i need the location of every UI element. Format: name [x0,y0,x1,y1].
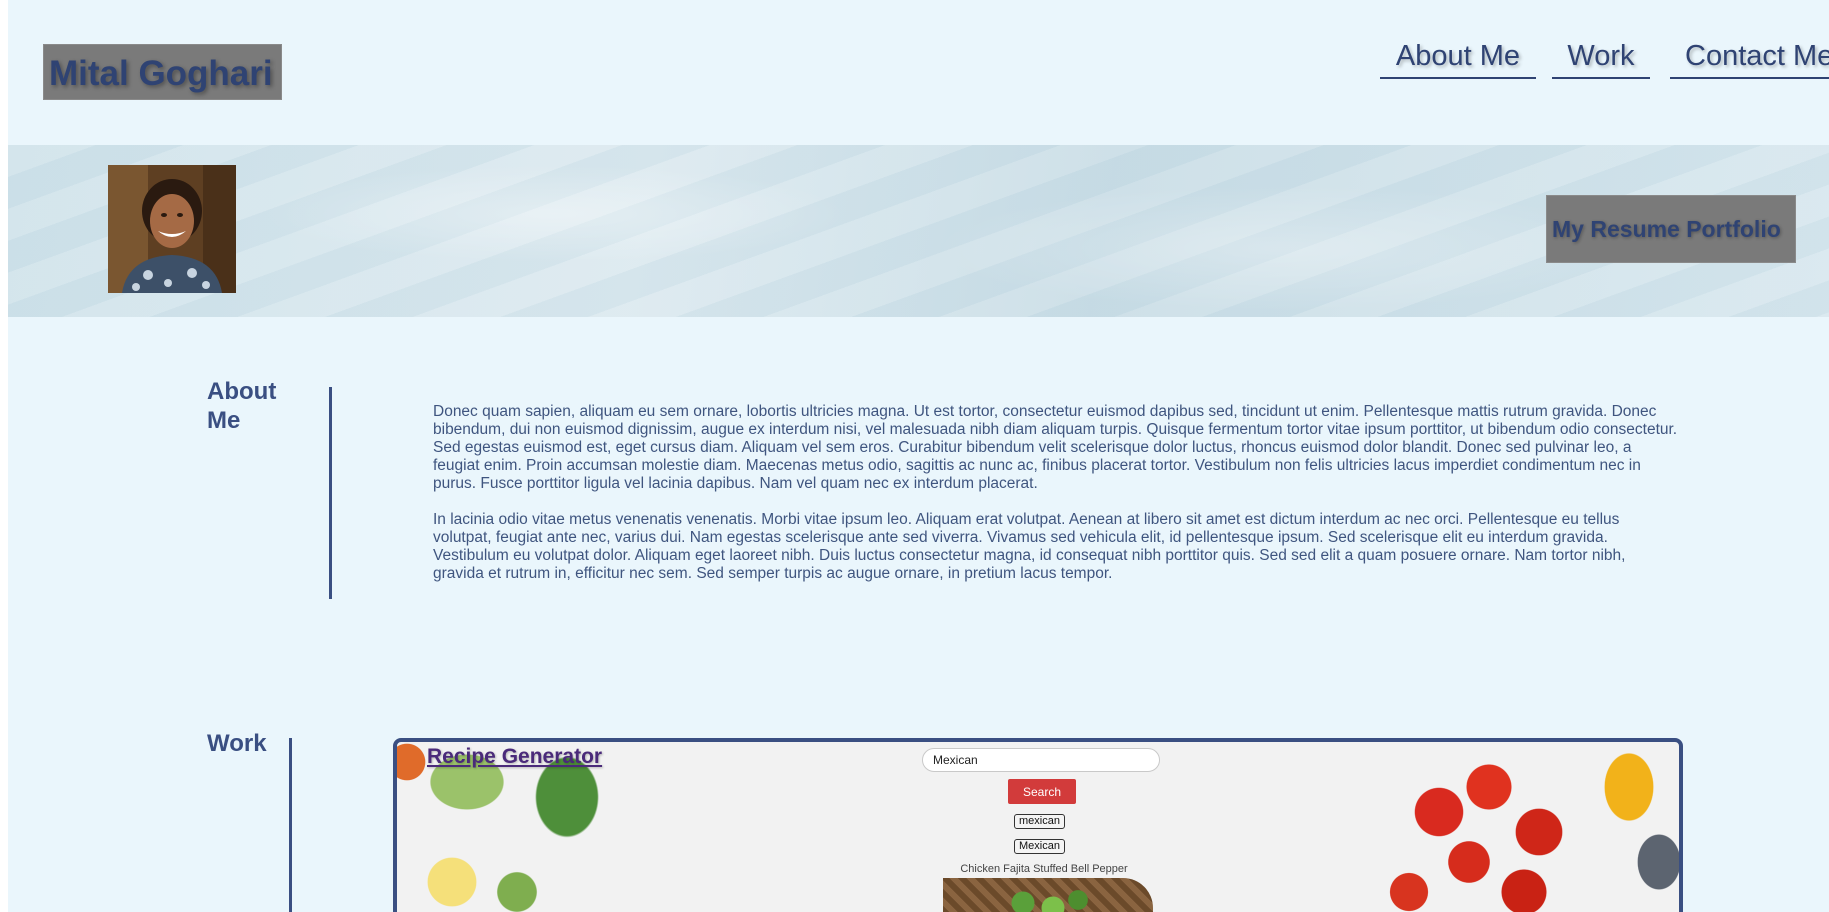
history-tag-button[interactable]: mexican [1014,814,1065,829]
profile-photo-icon [108,165,236,293]
nav-about-me[interactable]: About Me [1380,40,1536,79]
work-heading: Work [207,730,267,757]
site-title: Mital Goghari [49,54,273,93]
page: Mital Goghari About Me Work Contact Me M… [8,0,1829,912]
recipe-result-title: Chicken Fajita Stuffed Bell Pepper [960,863,1128,875]
nav-work[interactable]: Work [1552,40,1650,79]
avatar [108,165,236,293]
about-divider [329,387,332,599]
site-title-box: Mital Goghari [43,44,282,100]
recipe-search-button[interactable]: Search [1008,779,1076,804]
project-title-link[interactable]: Recipe Generator [427,745,602,769]
about-paragraph-2: In lacinia odio vitae metus venenatis ve… [433,511,1626,582]
recipe-result-image[interactable] [943,878,1153,912]
about-heading: About Me [207,378,277,434]
resume-portfolio-label: My Resume Portfolio [1552,216,1781,242]
resume-portfolio-badge: My Resume Portfolio [1546,195,1796,263]
work-divider [289,738,292,912]
project-card-recipe-generator[interactable]: Recipe Generator Search mexican Mexican … [393,738,1683,912]
hero-banner: My Resume Portfolio [8,145,1829,317]
nav-contact-me[interactable]: Contact Me [1670,40,1829,79]
recipe-search-input[interactable] [922,748,1160,772]
about-body: Donec quam sapien, aliquam eu sem ornare… [433,403,1678,601]
about-paragraph-1: Donec quam sapien, aliquam eu sem ornare… [433,403,1678,492]
history-tag-button[interactable]: Mexican [1014,839,1065,854]
vegetables-right-image [1379,742,1679,912]
